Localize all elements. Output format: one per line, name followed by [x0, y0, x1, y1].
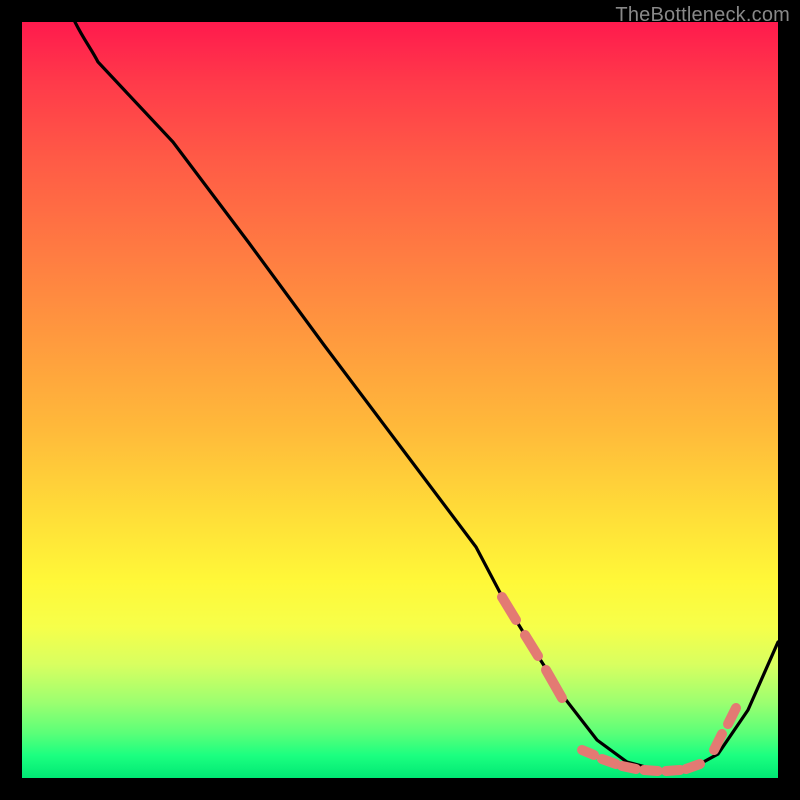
marker-group-bottom: [582, 750, 700, 771]
plot-area: [22, 22, 778, 778]
bottleneck-curve: [75, 22, 778, 771]
watermark-text: TheBottleneck.com: [615, 4, 790, 27]
curve-svg: [22, 22, 778, 778]
marker-group-left: [502, 597, 562, 698]
chart-frame: TheBottleneck.com: [0, 0, 800, 800]
